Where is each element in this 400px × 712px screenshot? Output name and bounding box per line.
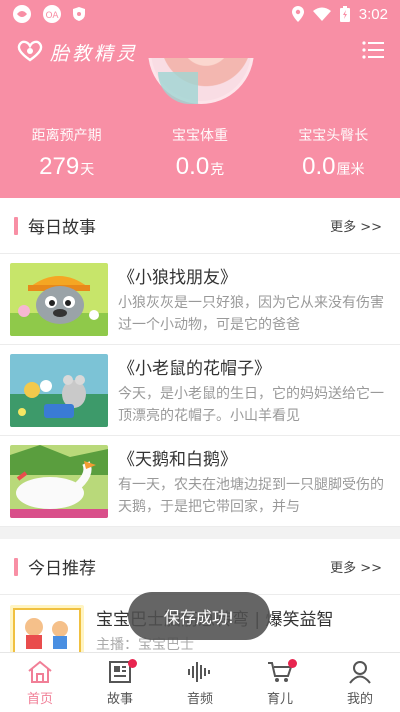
tab-label: 首页 xyxy=(26,692,53,707)
stat-label: 宝宝体重 xyxy=(171,128,228,144)
menu-icon[interactable] xyxy=(362,41,384,63)
shield-icon xyxy=(72,6,86,22)
story-item[interactable]: 《小狼找朋友》 小狼灰灰是一只好狼，因为它从来没有伤害过一个小动物，可是它的爸爸 xyxy=(0,254,400,345)
user-icon xyxy=(348,658,372,686)
story-item[interactable]: 《小老鼠的花帽子》 今天，是小老鼠的生日，它的妈妈送给它一顶漂亮的花帽子。小山羊… xyxy=(0,345,400,436)
oa-notification-icon: OA xyxy=(41,4,63,24)
stat-value: 0.0 xyxy=(302,153,336,180)
waveform-icon xyxy=(187,658,213,686)
stat-unit: 克 xyxy=(210,161,225,177)
story-desc: 有一天，农夫在池塘边捉到一只腿脚受伤的天鹅，于是把它带回家，并与 xyxy=(118,476,384,515)
stat-baby-length: 宝宝头臀长 0.0厘米 xyxy=(267,125,400,181)
status-time: 3:02 xyxy=(358,5,388,23)
status-bar: OA 3:02 xyxy=(0,0,400,28)
story-thumbnail-wolf xyxy=(10,262,108,336)
story-title: 《小狼找朋友》 xyxy=(118,267,237,288)
toast-message: 保存成功! xyxy=(128,592,270,640)
tab-story[interactable]: 故事 xyxy=(80,653,160,712)
svg-text:OA: OA xyxy=(45,11,59,21)
story-title: 《小老鼠的花帽子》 xyxy=(118,358,271,379)
app-bar: 胎教精灵 xyxy=(0,28,400,76)
header-panel: OA 3:02 胎教精灵 距离预产期 279天 宝宝体重 0.0克 宝宝头臀长 … xyxy=(0,0,400,198)
section-header: 每日故事 更多 >> xyxy=(0,198,400,254)
stat-unit: 天 xyxy=(80,161,95,177)
location-icon xyxy=(291,6,304,22)
tab-home[interactable]: 首页 xyxy=(0,653,80,712)
more-stories-link[interactable]: 更多 >> xyxy=(330,216,382,235)
stat-label: 宝宝头臀长 xyxy=(298,128,369,144)
section-title: 今日推荐 xyxy=(28,559,96,579)
stat-value: 0.0 xyxy=(175,153,210,180)
logo-icon xyxy=(16,38,44,66)
story-title: 《天鹅和白鹅》 xyxy=(118,449,237,470)
app-title: 胎教精灵 xyxy=(50,42,139,65)
brand: 胎教精灵 xyxy=(16,38,138,66)
story-thumbnail-swan xyxy=(10,444,108,518)
story-desc: 今天，是小老鼠的生日，它的妈妈送给它一顶漂亮的花帽子。小山羊看见 xyxy=(118,385,384,424)
stat-unit: 厘米 xyxy=(336,161,365,177)
home-icon xyxy=(27,658,53,686)
recommend-thumbnail xyxy=(10,605,84,657)
tab-label: 故事 xyxy=(106,692,133,707)
notification-badge xyxy=(128,659,137,668)
tab-label: 音频 xyxy=(186,692,213,707)
wifi-icon xyxy=(312,7,331,21)
pregnancy-stats: 距离预产期 279天 宝宝体重 0.0克 宝宝头臀长 0.0厘米 xyxy=(0,125,400,181)
section-title: 每日故事 xyxy=(28,218,96,238)
tab-parenting[interactable]: 育儿 xyxy=(240,653,320,712)
tab-audio[interactable]: 音频 xyxy=(160,653,240,712)
daily-story-section: 每日故事 更多 >> 《小狼找朋友》 小狼灰灰是一只好狼，因为它从来没有伤害过一… xyxy=(0,198,400,527)
stat-baby-weight: 宝宝体重 0.0克 xyxy=(133,125,266,181)
more-recommend-link[interactable]: 更多 >> xyxy=(330,557,382,576)
tab-label: 我的 xyxy=(346,692,373,707)
stat-value: 279 xyxy=(39,153,80,180)
stat-label: 距离预产期 xyxy=(31,128,102,144)
story-item[interactable]: 《天鹅和白鹅》 有一天，农夫在池塘边捉到一只腿脚受伤的天鹅，于是把它带回家，并与 xyxy=(0,436,400,527)
tab-label: 育儿 xyxy=(266,692,293,707)
story-desc: 小狼灰灰是一只好狼，因为它从来没有伤害过一个小动物，可是它的爸爸 xyxy=(118,294,384,333)
tab-mine[interactable]: 我的 xyxy=(320,653,400,712)
battery-icon xyxy=(339,6,350,22)
notification-badge xyxy=(288,659,297,668)
section-header: 今日推荐 更多 >> xyxy=(0,539,400,595)
stat-due-date: 距离预产期 279天 xyxy=(0,125,133,181)
app-notification-icon xyxy=(12,4,32,24)
story-thumbnail-mouse xyxy=(10,353,108,427)
bottom-tab-bar: 首页 故事 音频 育儿 我的 xyxy=(0,652,400,712)
